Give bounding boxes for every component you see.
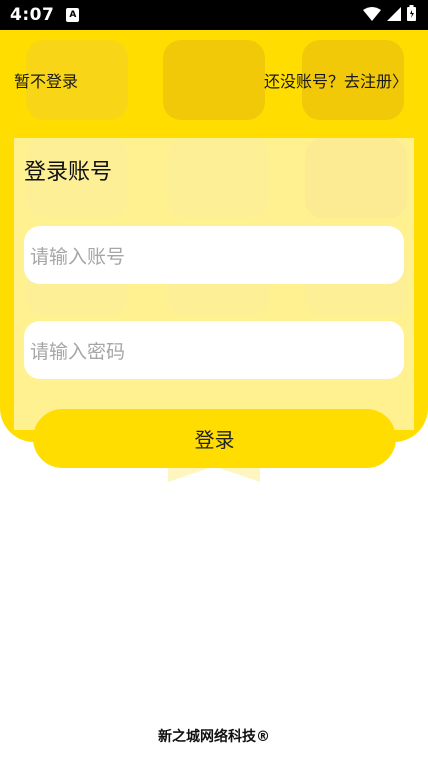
login-screen: 4:07 A 暂不登录 还没账号？去注册〉 登录账号 请输入账号 请输入密码 登… xyxy=(0,0,428,762)
login-card: 登录账号 请输入账号 请输入密码 xyxy=(14,138,414,430)
status-right xyxy=(363,5,416,25)
login-button[interactable]: 登录 xyxy=(33,409,396,468)
register-link-label: 还没账号？去注册 xyxy=(263,72,392,91)
battery-icon xyxy=(407,5,416,25)
status-time: 4:07 xyxy=(10,5,55,25)
password-input[interactable]: 请输入密码 xyxy=(24,321,404,379)
wifi-icon xyxy=(363,6,381,25)
status-bar: 4:07 A xyxy=(0,0,428,30)
status-left: 4:07 A xyxy=(10,5,80,25)
background-tile xyxy=(163,40,265,120)
notification-app-icon: A xyxy=(66,8,80,22)
skip-login-link[interactable]: 暂不登录 xyxy=(14,68,78,92)
account-input[interactable]: 请输入账号 xyxy=(24,226,404,284)
footer-copyright: 新之城网络科技® xyxy=(158,729,270,745)
register-link[interactable]: 还没账号？去注册〉 xyxy=(264,68,408,92)
login-title: 登录账号 xyxy=(24,160,113,185)
signal-icon xyxy=(387,6,401,25)
chevron-right-icon: 〉 xyxy=(391,72,408,91)
